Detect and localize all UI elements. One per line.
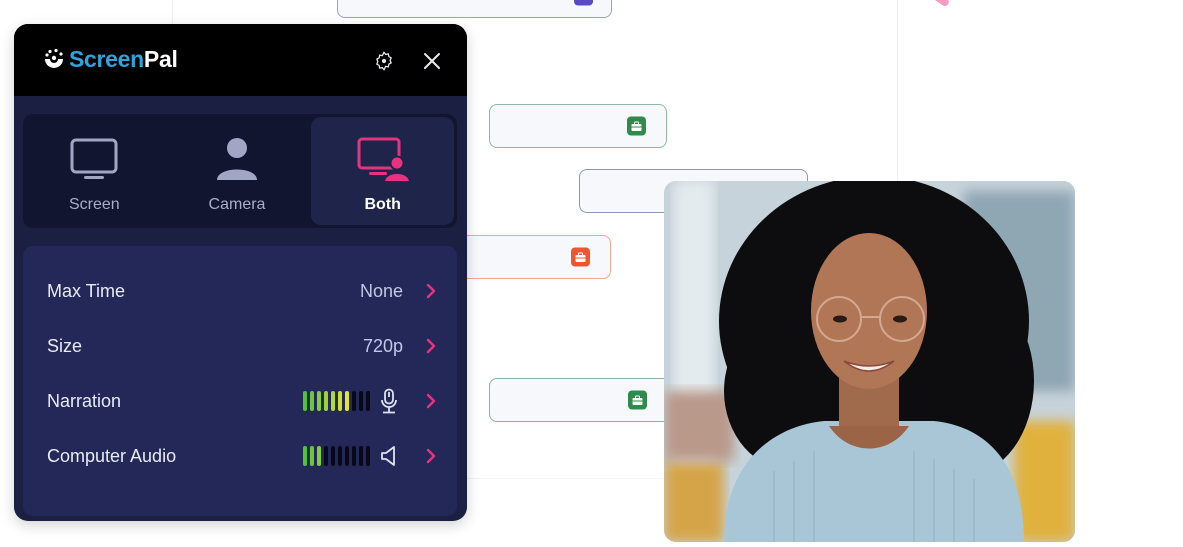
computer-audio-level-meter <box>303 446 370 466</box>
meter-segment-lit <box>324 391 328 411</box>
background-task-card <box>489 104 667 148</box>
close-icon <box>424 53 440 69</box>
meter-segment-unlit <box>345 446 349 466</box>
monitor-icon <box>70 138 118 179</box>
briefcase-icon <box>627 116 646 136</box>
setting-narration[interactable]: Narration <box>23 381 457 421</box>
brand-name-part1: Screen <box>69 46 144 72</box>
background-task-card <box>489 378 679 422</box>
speaker-icon[interactable] <box>379 443 399 469</box>
panel-header: Screen Pal <box>14 24 467 96</box>
mode-screen[interactable]: Screen <box>23 114 166 228</box>
setting-max-time[interactable]: Max Time None <box>23 271 457 311</box>
setting-value: 720p <box>362 335 403 356</box>
settings-list: Max Time None Size 720p Narration Comput… <box>23 246 457 516</box>
mode-label: Both <box>364 196 401 213</box>
background-task-card <box>337 0 612 18</box>
mode-label: Camera <box>208 196 266 213</box>
meter-segment-unlit <box>331 446 335 466</box>
monitor-person-icon <box>357 137 411 182</box>
screenpal-logo: Screen Pal <box>42 46 178 73</box>
grid-line <box>172 0 173 24</box>
meter-segment-lit <box>310 446 314 466</box>
microphone-icon[interactable] <box>379 388 399 414</box>
webcam-preview-photo <box>664 181 1075 542</box>
briefcase-icon <box>571 247 590 267</box>
mode-both[interactable]: Both <box>311 117 455 225</box>
chevron-right-icon <box>426 448 436 464</box>
setting-value: None <box>359 280 403 301</box>
grid-line <box>467 478 664 479</box>
chevron-right-icon <box>426 338 436 354</box>
grid-line <box>897 0 898 181</box>
mode-camera[interactable]: Camera <box>166 114 309 228</box>
close-button[interactable] <box>419 48 445 74</box>
webcam-portrait-image <box>664 181 1075 542</box>
meter-segment-unlit <box>359 446 363 466</box>
setting-label: Size <box>47 335 83 356</box>
pink-decoration <box>927 0 951 8</box>
settings-button[interactable] <box>371 48 397 74</box>
briefcase-icon <box>628 390 647 410</box>
setting-label: Narration <box>47 390 122 411</box>
setting-size[interactable]: Size 720p <box>23 326 457 366</box>
meter-segment-unlit <box>366 391 370 411</box>
setting-computer-audio[interactable]: Computer Audio <box>23 436 457 476</box>
meter-segment-lit <box>331 391 335 411</box>
meter-segment-lit <box>345 391 349 411</box>
setting-label: Computer Audio <box>47 445 177 466</box>
setting-label: Max Time <box>47 280 126 301</box>
gear-icon <box>376 51 392 71</box>
chevron-right-icon <box>426 283 436 299</box>
mode-label: Screen <box>68 196 120 213</box>
meter-segment-unlit <box>338 446 342 466</box>
meter-segment-lit <box>317 446 321 466</box>
meter-segment-lit <box>303 391 307 411</box>
capture-mode-selector: Screen Camera Both <box>23 114 457 228</box>
meter-segment-lit <box>310 391 314 411</box>
chevron-right-icon <box>426 393 436 409</box>
meter-segment-unlit <box>359 391 363 411</box>
meter-segment-lit <box>303 446 307 466</box>
meter-segment-unlit <box>352 391 356 411</box>
meter-segment-unlit <box>352 446 356 466</box>
logo-icon <box>45 48 63 68</box>
meter-segment-unlit <box>324 446 328 466</box>
brand-name-part2: Pal <box>143 46 178 72</box>
meter-segment-unlit <box>366 446 370 466</box>
narration-level-meter <box>303 391 370 411</box>
meter-segment-lit <box>338 391 342 411</box>
person-icon <box>217 138 257 180</box>
meter-segment-lit <box>317 391 321 411</box>
briefcase-icon <box>574 0 593 6</box>
recorder-panel: Screen Pal Screen Camera Both Max Time N… <box>14 24 467 521</box>
